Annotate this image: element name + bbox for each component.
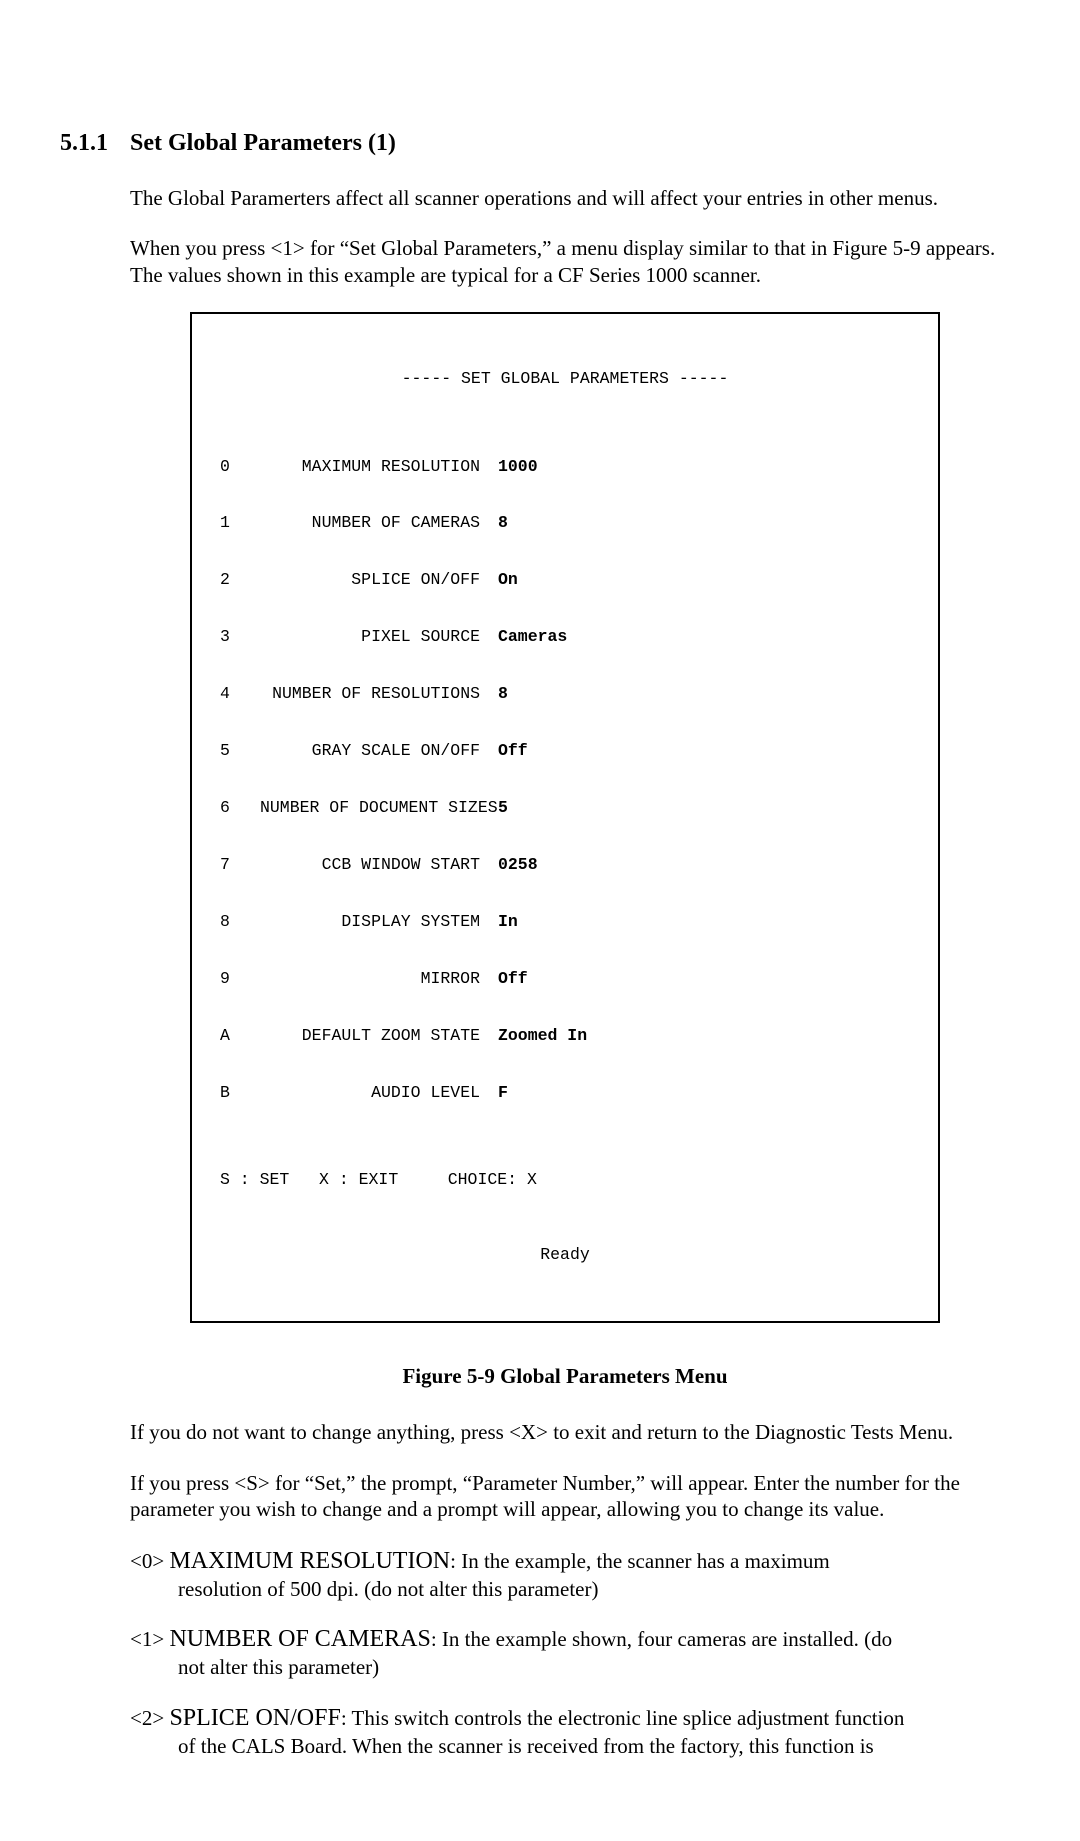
menu-key: 8 [220,913,260,932]
menu-value: Cameras [498,628,567,647]
definition-key: <0> [130,1549,169,1573]
definition-colon: : [431,1627,442,1651]
menu-key: A [220,1027,260,1046]
definition-name: SPLICE ON/OFF [169,1705,340,1731]
menu-row-7: 7CCB WINDOW START 0258 [220,856,910,875]
definition-colon: : [450,1549,461,1573]
menu-value: 0258 [498,856,538,875]
definition-item-1: <1> NUMBER OF CAMERAS: In the example sh… [130,1624,1000,1680]
menu-row-2: 2SPLICE ON/OFF On [220,571,910,590]
menu-row-9: 9MIRROR Off [220,970,910,989]
definition-colon: : [341,1706,352,1730]
section-heading: 5.1.1 Set Global Parameters (1) [60,130,1000,157]
after-paragraph-2: If you press <S> for “Set,” the prompt, … [130,1470,1000,1523]
menu-label: MIRROR [260,970,480,989]
definition-text-rest: not alter this parameter) [178,1654,1000,1680]
menu-value: Zoomed In [498,1027,587,1046]
definition-text-first: This switch controls the electronic line… [352,1706,905,1730]
menu-key: 5 [220,742,260,761]
menu-value: 8 [498,685,508,704]
menu-value: F [498,1084,508,1103]
menu-label: NUMBER OF CAMERAS [260,514,480,533]
menu-row-6: 6NUMBER OF DOCUMENT SIZES 5 [220,799,910,818]
heading-title: Set Global Parameters (1) [130,130,396,157]
menu-key: 3 [220,628,260,647]
menu-row-4: 4NUMBER OF RESOLUTIONS 8 [220,685,910,704]
figure-caption: Figure 5-9 Global Parameters Menu [130,1363,1000,1389]
definition-key: <2> [130,1706,169,1730]
menu-value: Off [498,970,528,989]
definition-text-rest: of the CALS Board. When the scanner is r… [178,1733,1000,1759]
definition-text-rest: resolution of 500 dpi. (do not alter thi… [178,1576,1000,1602]
menu-row-8: 8DISPLAY SYSTEM In [220,913,910,932]
intro-paragraph-1: The Global Paramerters affect all scanne… [130,185,1000,211]
menu-row-0: 0MAXIMUM RESOLUTION 1000 [220,458,910,477]
menu-label: CCB WINDOW START [260,856,480,875]
menu-value: In [498,913,518,932]
menu-row-1: 1NUMBER OF CAMERAS 8 [220,514,910,533]
heading-number: 5.1.1 [60,130,130,157]
definition-text-first: In the example, the scanner has a maximu… [461,1549,830,1573]
menu-key: 9 [220,970,260,989]
menu-row-A: ADEFAULT ZOOM STATE Zoomed In [220,1027,910,1046]
menu-footer: S : SET X : EXIT CHOICE: X [220,1171,910,1190]
menu-value: 1000 [498,458,538,477]
menu-key: 7 [220,856,260,875]
menu-key: B [220,1084,260,1103]
menu-label: SPLICE ON/OFF [260,571,480,590]
intro-paragraph-2: When you press <1> for “Set Global Param… [130,235,1000,288]
menu-row-3: 3PIXEL SOURCE Cameras [220,628,910,647]
menu-label: DEFAULT ZOOM STATE [260,1027,480,1046]
menu-value: 8 [498,514,508,533]
menu-label: NUMBER OF RESOLUTIONS [260,685,480,704]
menu-label: AUDIO LEVEL [260,1084,480,1103]
menu-value: Off [498,742,528,761]
menu-row-B: BAUDIO LEVEL F [220,1084,910,1103]
definition-name: NUMBER OF CAMERAS [169,1626,430,1652]
definition-text-first: In the example shown, four cameras are i… [442,1627,892,1651]
menu-ready: Ready [220,1246,910,1265]
menu-title: ----- SET GLOBAL PARAMETERS ----- [220,370,910,389]
menu-key: 1 [220,514,260,533]
menu-label: MAXIMUM RESOLUTION [260,458,480,477]
menu-label: DISPLAY SYSTEM [260,913,480,932]
menu-key: 0 [220,458,260,477]
menu-value: 5 [498,799,508,818]
definition-name: MAXIMUM RESOLUTION [169,1548,450,1574]
after-paragraph-1: If you do not want to change anything, p… [130,1419,1000,1445]
menu-key: 6 [220,799,260,818]
document-page: 5.1.1 Set Global Parameters (1) The Glob… [0,0,1080,1841]
menu-key: 2 [220,571,260,590]
menu-label: PIXEL SOURCE [260,628,480,647]
menu-key: 4 [220,685,260,704]
menu-label: NUMBER OF DOCUMENT SIZES [260,799,480,818]
menu-value: On [498,571,518,590]
menu-row-5: 5GRAY SCALE ON/OFF Off [220,742,910,761]
definition-item-2: <2> SPLICE ON/OFF: This switch controls … [130,1703,1000,1759]
terminal-menu-box: ----- SET GLOBAL PARAMETERS ----- 0MAXIM… [190,312,940,1323]
body-text: The Global Paramerters affect all scanne… [130,185,1000,1759]
menu-label: GRAY SCALE ON/OFF [260,742,480,761]
definition-item-0: <0> MAXIMUM RESOLUTION: In the example, … [130,1546,1000,1602]
definition-key: <1> [130,1627,169,1651]
